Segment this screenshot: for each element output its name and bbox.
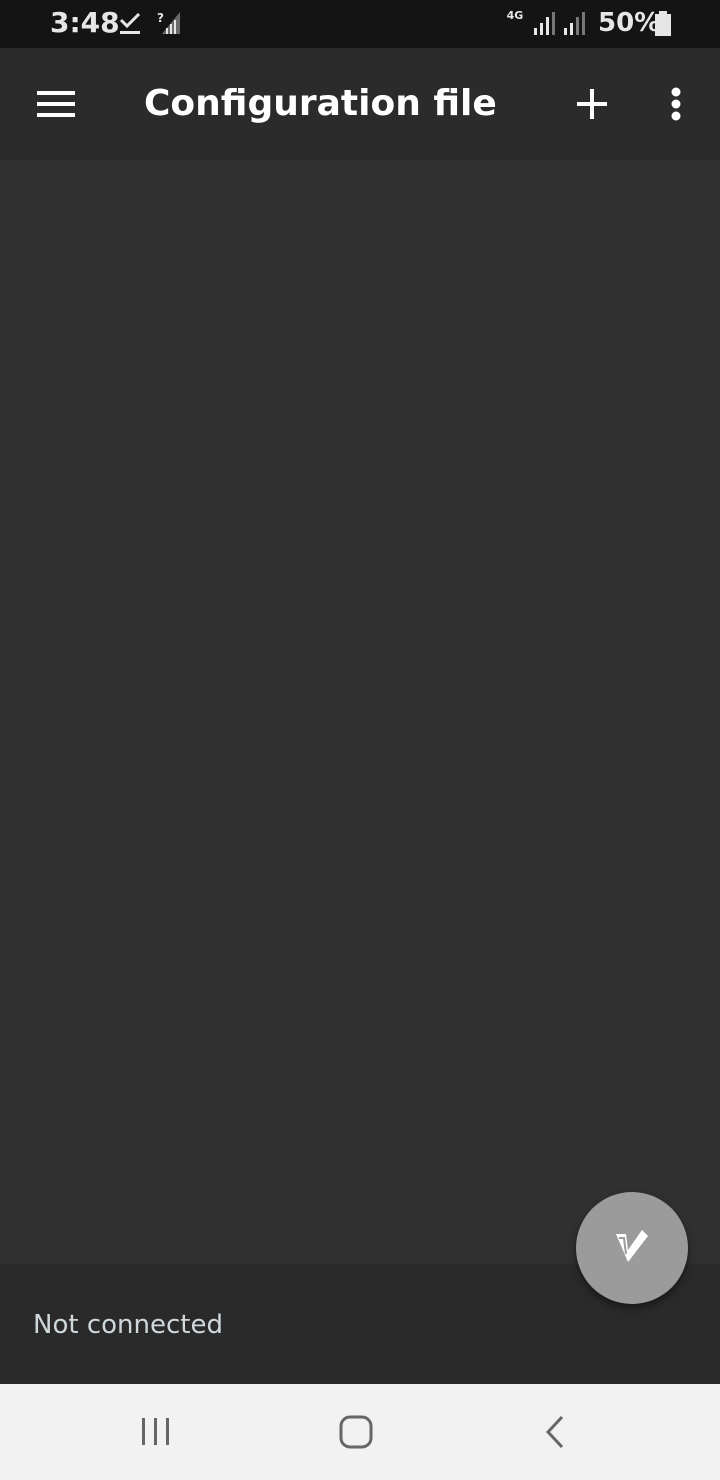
menu-button[interactable] (26, 74, 86, 134)
add-icon (562, 89, 622, 138)
connect-fab-button[interactable] (576, 1192, 688, 1304)
battery-icon (654, 11, 672, 41)
no-sim-icon: ? (156, 10, 182, 40)
battery-percent: 50% (598, 8, 661, 38)
home-icon (334, 1415, 378, 1458)
status-bar: 3:48 ? 4G 50% (0, 0, 720, 48)
back-icon (534, 1415, 578, 1458)
back-button[interactable] (534, 1410, 578, 1454)
menu-icon (26, 91, 86, 138)
recents-icon (134, 1418, 178, 1458)
status-time: 3:48 (50, 6, 120, 39)
svg-text:?: ? (157, 11, 164, 25)
check-icon (118, 10, 142, 40)
screen: 3:48 ? 4G 50% Configuration file Not con… (0, 0, 720, 1480)
home-button[interactable] (334, 1410, 378, 1454)
recents-button[interactable] (134, 1410, 178, 1454)
add-button[interactable] (562, 74, 622, 134)
navigation-bar (0, 1384, 720, 1480)
more-vert-icon (648, 87, 704, 138)
content-area (0, 160, 720, 1264)
network-type: 4G (506, 9, 524, 22)
signal-icon (562, 12, 588, 40)
more-options-button[interactable] (648, 74, 704, 134)
connection-status: Not connected (33, 1310, 223, 1340)
app-bar: Configuration file (0, 48, 720, 160)
signal-icon (532, 12, 558, 40)
page-title: Configuration file (144, 83, 497, 124)
